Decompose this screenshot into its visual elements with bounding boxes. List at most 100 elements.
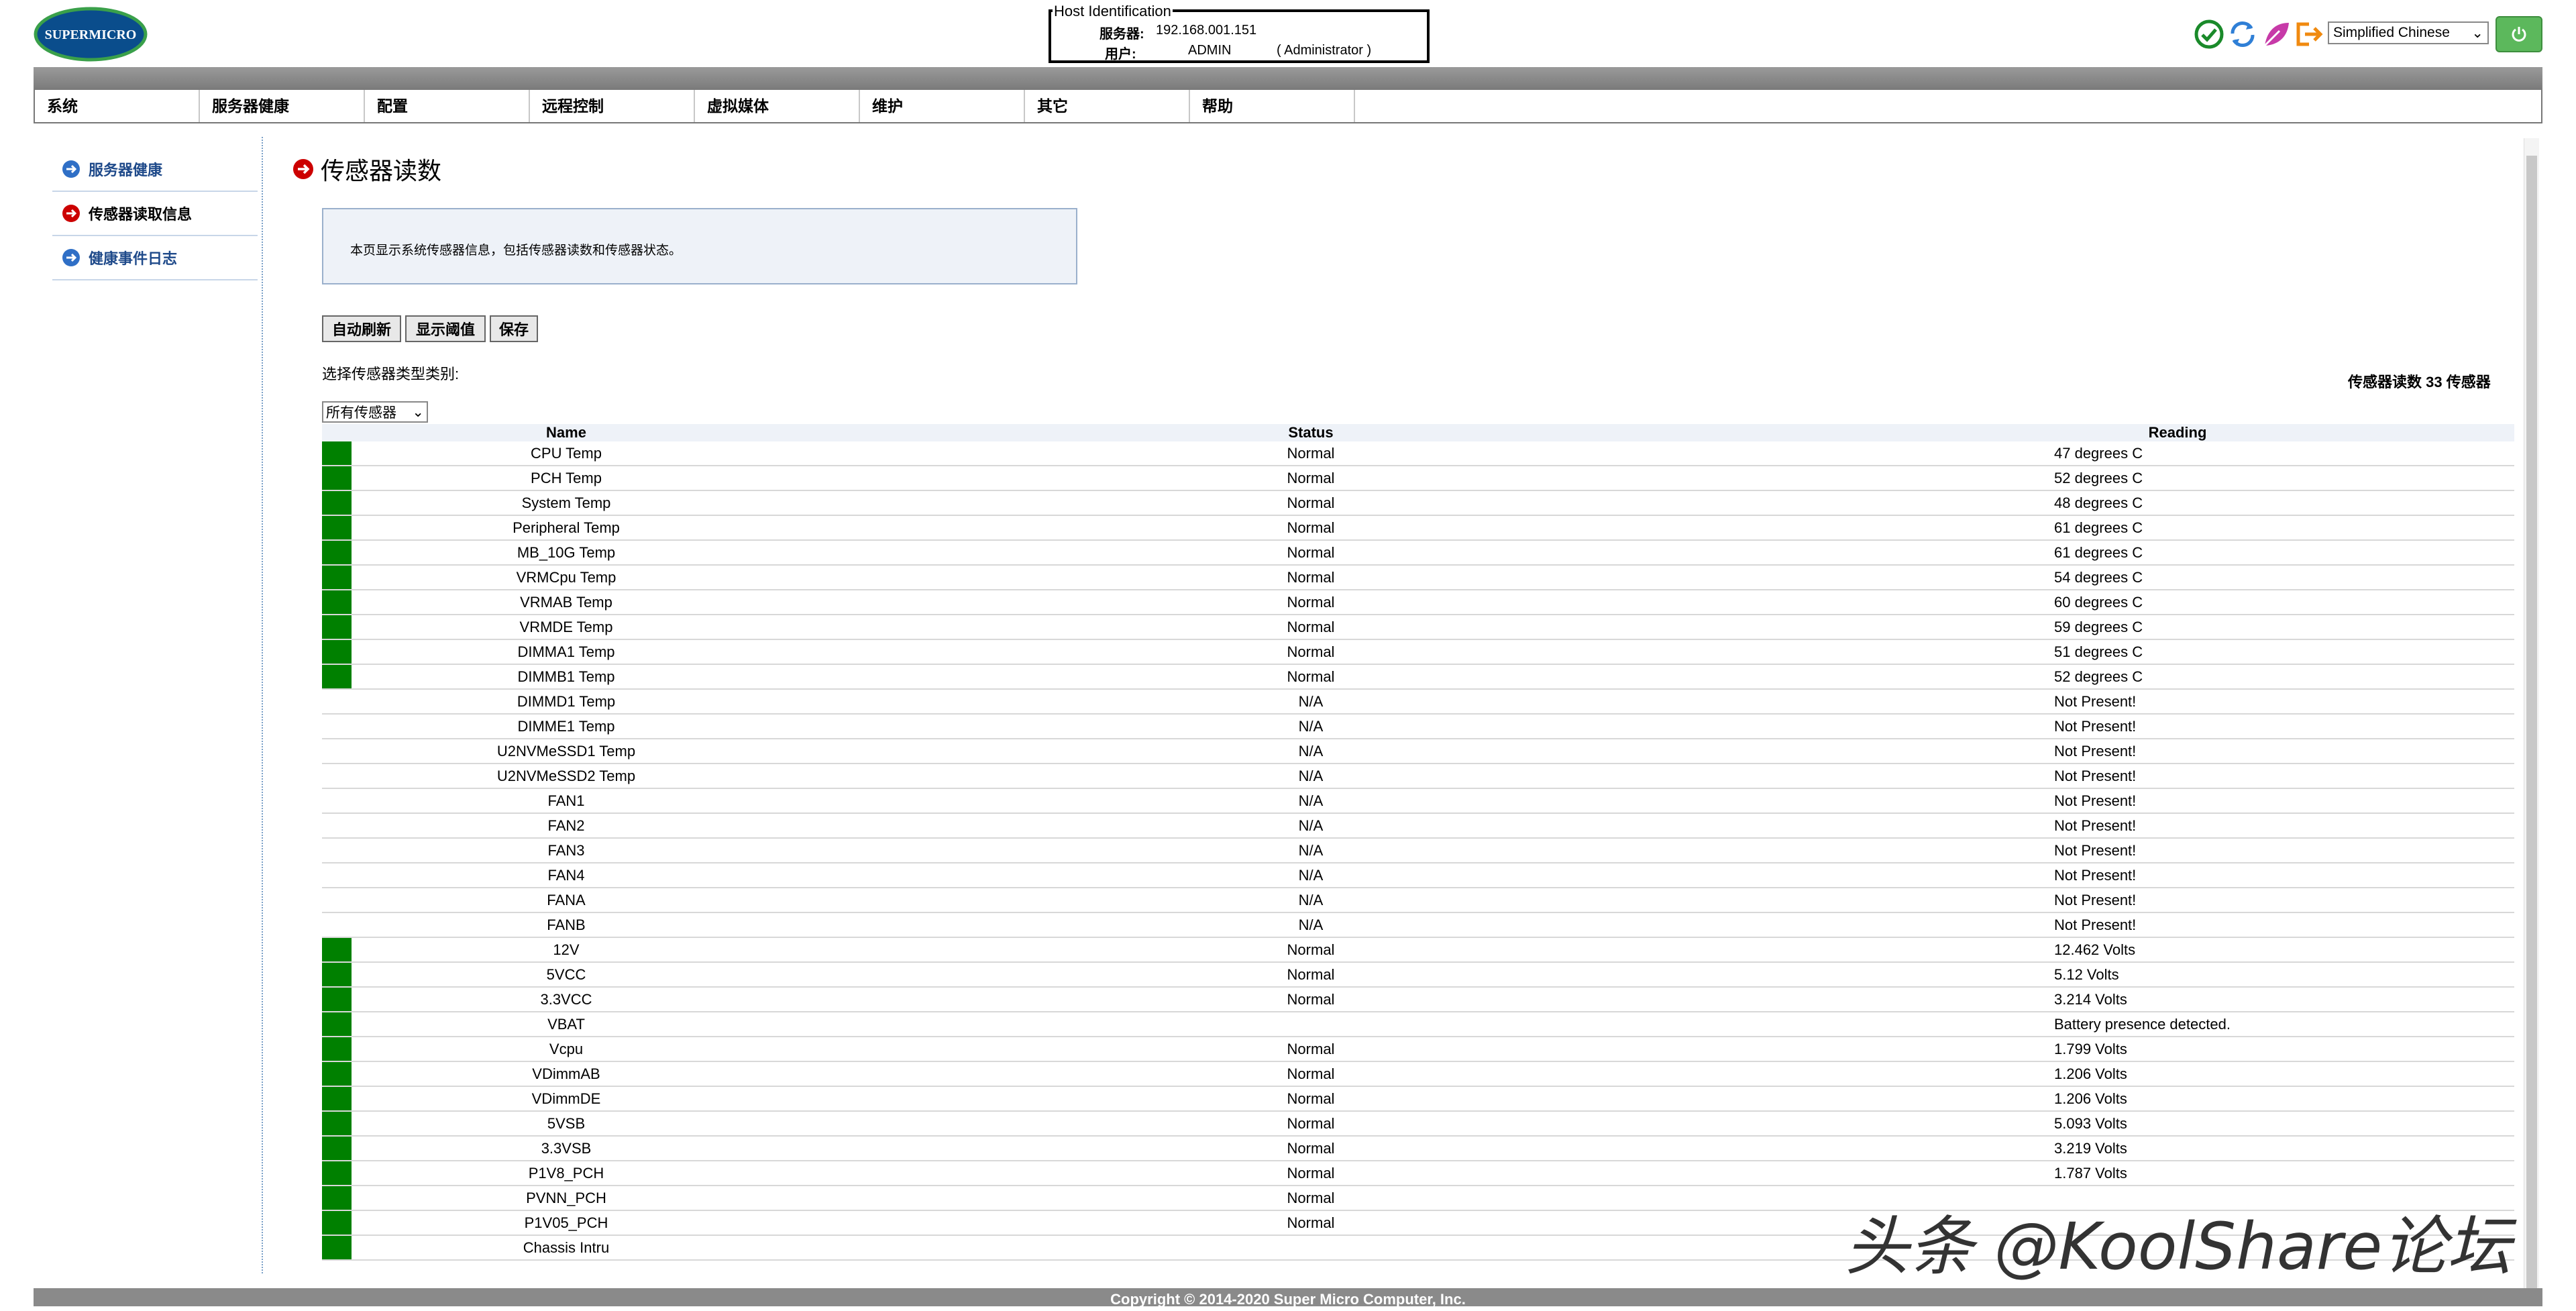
sensor-status: Normal: [781, 937, 1841, 963]
menu-configuration[interactable]: 配置: [365, 90, 530, 122]
table-row: PCH Temp Normal 52 degrees C: [322, 466, 2514, 491]
sensor-name: FAN1: [352, 788, 781, 814]
language-select[interactable]: Simplified Chinese ⌄: [2328, 21, 2489, 44]
menu-server-health[interactable]: 服务器健康: [200, 90, 365, 122]
sensor-status: Normal: [781, 1037, 1841, 1062]
sensor-reading: Battery presence detected.: [1841, 1012, 2514, 1037]
sensor-status: Normal: [781, 1086, 1841, 1112]
arrow-right-icon: [62, 205, 80, 222]
table-row: FAN3 N/A Not Present!: [322, 838, 2514, 863]
refresh-icon[interactable]: [2227, 19, 2258, 50]
sensor-name: Chassis Intru: [352, 1235, 781, 1261]
sensor-reading: 3.214 Volts: [1841, 987, 2514, 1012]
sensor-status: Normal: [781, 962, 1841, 988]
table-row: 3.3VSB Normal 3.219 Volts: [322, 1136, 2514, 1161]
sensor-reading: 12.462 Volts: [1841, 937, 2514, 963]
table-row: CPU Temp Normal 47 degrees C: [322, 441, 2514, 466]
sensor-reading: 1.787 Volts: [1841, 1161, 2514, 1186]
sensor-status: Normal: [781, 565, 1841, 590]
sensor-status: Normal: [781, 540, 1841, 566]
power-icon: [2512, 27, 2526, 42]
page-title: 传感器读数: [292, 152, 441, 187]
sidebar-item-sensor-readings[interactable]: 传感器读取信息: [52, 192, 258, 236]
sensor-category-select[interactable]: 所有传感器 ⌄: [322, 401, 428, 423]
sensor-reading: 61 degrees C: [1841, 540, 2514, 566]
sensor-status: N/A: [781, 912, 1841, 938]
header-bar: [34, 67, 2542, 90]
column-header-reading[interactable]: Reading: [1841, 424, 2514, 441]
user-label: 用户:: [1105, 47, 1136, 62]
sensor-name: VBAT: [352, 1012, 781, 1037]
menu-system[interactable]: 系统: [35, 90, 200, 122]
menu-maintenance[interactable]: 维护: [860, 90, 1025, 122]
sidebar-item-health-event-log[interactable]: 健康事件日志: [52, 236, 258, 280]
sensor-reading: Not Present!: [1841, 813, 2514, 839]
status-indicator: [322, 912, 352, 938]
scrollbar-thumb[interactable]: [2526, 156, 2537, 1296]
leaf-icon[interactable]: [2261, 19, 2292, 50]
save-button[interactable]: 保存: [490, 315, 538, 342]
table-row: DIMME1 Temp N/A Not Present!: [322, 714, 2514, 739]
show-threshold-button[interactable]: 显示阈值: [405, 315, 486, 342]
category-label: 选择传感器类型类别:: [322, 366, 460, 382]
status-indicator: [322, 962, 352, 988]
sensor-name: VRMCpu Temp: [352, 565, 781, 590]
sensor-name: 5VSB: [352, 1111, 781, 1137]
chevron-down-icon: ⌄: [2471, 25, 2483, 41]
footer-copyright: Copyright © 2014-2020 Super Micro Comput…: [34, 1288, 2542, 1308]
sensor-status: Normal: [781, 1210, 1841, 1236]
sensor-status: Normal: [781, 1136, 1841, 1161]
sensor-name: PCH Temp: [352, 466, 781, 491]
menu-remote-control[interactable]: 远程控制: [530, 90, 695, 122]
status-indicator: [322, 689, 352, 715]
table-row: VDimmAB Normal 1.206 Volts: [322, 1061, 2514, 1087]
status-indicator: [322, 1012, 352, 1037]
sensor-name: FAN2: [352, 813, 781, 839]
auto-refresh-button[interactable]: 自动刷新: [322, 315, 401, 342]
arrow-right-icon: [62, 160, 80, 178]
watermark: 头条 @KoolShare论坛: [1845, 1209, 2512, 1284]
status-indicator: [322, 788, 352, 814]
column-header-status[interactable]: Status: [781, 424, 1841, 441]
sensor-name: DIMMD1 Temp: [352, 689, 781, 715]
table-row: 5VSB Normal 5.093 Volts: [322, 1111, 2514, 1137]
host-identification-box: Host Identification 服务器: 192.168.001.151…: [1049, 3, 1430, 63]
status-indicator: [322, 466, 352, 491]
sensor-status: Normal: [781, 987, 1841, 1012]
table-header-row: Name Status Reading: [322, 424, 2514, 441]
health-ok-icon[interactable]: [2194, 19, 2224, 50]
sensor-reading: Not Present!: [1841, 714, 2514, 739]
table-row: VRMAB Temp Normal 60 degrees C: [322, 590, 2514, 615]
status-indicator: [322, 1037, 352, 1062]
status-indicator: [322, 813, 352, 839]
svg-text:SUPERMICRO: SUPERMICRO: [45, 28, 137, 42]
sidebar-item-server-health[interactable]: 服务器健康: [52, 148, 258, 192]
table-row: VRMCpu Temp Normal 54 degrees C: [322, 565, 2514, 590]
column-header-name[interactable]: Name: [352, 424, 781, 441]
sensor-status: N/A: [781, 714, 1841, 739]
menu-misc[interactable]: 其它: [1025, 90, 1190, 122]
sensor-reading: 61 degrees C: [1841, 515, 2514, 541]
sensor-name: FANB: [352, 912, 781, 938]
vertical-scrollbar[interactable]: [2524, 138, 2539, 1306]
sensor-status: Normal: [781, 615, 1841, 640]
sensor-status: Normal: [781, 664, 1841, 690]
sensor-name: FANA: [352, 888, 781, 913]
sensor-reading: Not Present!: [1841, 912, 2514, 938]
sensor-reading: 60 degrees C: [1841, 590, 2514, 615]
status-indicator: [322, 1086, 352, 1112]
sensor-status: N/A: [781, 764, 1841, 789]
sensor-name: VRMDE Temp: [352, 615, 781, 640]
menu-virtual-media[interactable]: 虚拟媒体: [695, 90, 860, 122]
table-row: Peripheral Temp Normal 61 degrees C: [322, 515, 2514, 541]
sensor-status: N/A: [781, 739, 1841, 764]
sensor-name: 3.3VSB: [352, 1136, 781, 1161]
sensor-name: P1V8_PCH: [352, 1161, 781, 1186]
power-button[interactable]: [2496, 16, 2542, 52]
logout-icon[interactable]: [2293, 19, 2324, 50]
table-row: MB_10G Temp Normal 61 degrees C: [322, 540, 2514, 566]
menu-help[interactable]: 帮助: [1190, 90, 1355, 122]
sidebar-item-label: 健康事件日志: [89, 250, 178, 267]
sensor-name: 3.3VCC: [352, 987, 781, 1012]
table-row: FANA N/A Not Present!: [322, 888, 2514, 913]
